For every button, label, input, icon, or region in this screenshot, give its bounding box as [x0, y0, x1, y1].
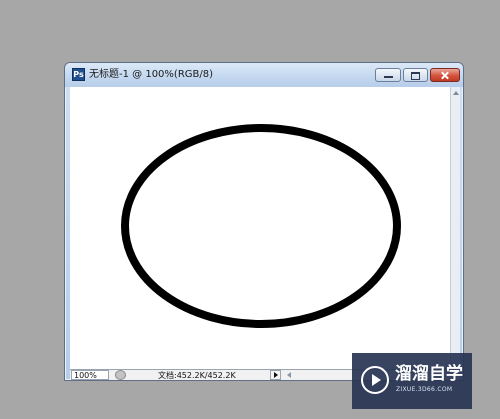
title-bar[interactable]: Ps 无标题-1 @ 100%(RGB/8) [65, 63, 463, 87]
status-info-icon[interactable] [115, 370, 126, 380]
close-button[interactable] [430, 68, 460, 82]
scroll-left-arrow-icon[interactable] [284, 370, 294, 380]
ellipse-shape [121, 124, 401, 328]
document-window: Ps 无标题-1 @ 100%(RGB/8) 100% 文档:452.2K/45… [64, 62, 464, 381]
status-menu-arrow-icon[interactable] [270, 370, 281, 380]
maximize-button[interactable] [403, 68, 428, 82]
window-title: 无标题-1 @ 100%(RGB/8) [89, 69, 214, 80]
watermark-logo: 溜溜自学 ZIXUE.3D66.COM [352, 353, 472, 409]
scroll-up-arrow-icon[interactable] [453, 91, 459, 95]
minimize-button[interactable] [375, 68, 401, 82]
app-icon[interactable]: Ps [72, 68, 85, 81]
play-logo-icon [361, 366, 389, 394]
canvas-area[interactable] [70, 87, 450, 369]
watermark-subtitle: ZIXUE.3D66.COM [396, 386, 453, 393]
canvas-drawing [121, 124, 401, 328]
watermark-title: 溜溜自学 [395, 364, 463, 384]
vertical-scrollbar[interactable] [450, 87, 460, 369]
zoom-level-field[interactable]: 100% [71, 370, 109, 380]
document-size-info: 文档:452.2K/452.2K [158, 371, 236, 380]
